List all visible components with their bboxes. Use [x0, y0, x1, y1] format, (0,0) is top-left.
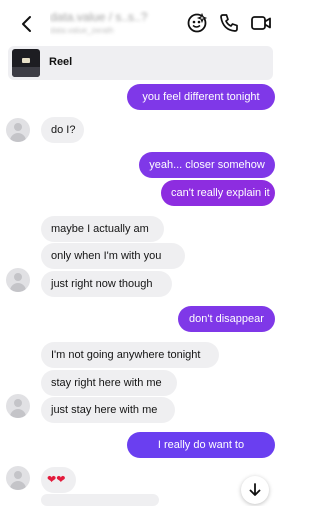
reel-thumb-light [22, 58, 30, 63]
video-call-icon[interactable] [250, 12, 272, 34]
avatar[interactable] [6, 466, 30, 490]
message-incoming[interactable]: do I? [41, 117, 84, 143]
phone-call-icon[interactable] [218, 12, 240, 34]
message-incoming[interactable]: I'm not going anywhere tonight [41, 342, 219, 368]
effects-icon[interactable] [186, 12, 208, 34]
message-incoming[interactable]: just right now though [41, 271, 172, 297]
contact-display-name: data.value / s..s..? [50, 10, 148, 24]
back-arrow-icon[interactable] [16, 13, 38, 35]
message-outgoing[interactable]: I really do want to [127, 432, 275, 458]
message-incoming[interactable]: stay right here with me [41, 370, 177, 396]
arrow-down-icon [249, 483, 261, 496]
reel-preview-bar[interactable] [8, 46, 273, 80]
avatar[interactable] [6, 394, 30, 418]
message-incoming[interactable]: maybe I actually am [41, 216, 164, 242]
chat-header: data.value / s..s..? data.value_zerath [0, 0, 281, 46]
message-outgoing[interactable]: yeah... closer somehow [139, 152, 275, 178]
message-outgoing[interactable]: can't really explain it [161, 180, 275, 206]
heart-icon: ❤❤ [47, 474, 66, 486]
avatar[interactable] [6, 118, 30, 142]
contact-name[interactable]: data.value / s..s..? data.value_zerath [50, 10, 180, 40]
reel-thumb-ground [12, 67, 40, 77]
message-outgoing[interactable]: you feel different tonight [127, 84, 275, 110]
message-outgoing[interactable]: don't disappear [178, 306, 275, 332]
message-incoming-partial [41, 494, 159, 506]
reel-label: Reel [49, 56, 73, 68]
avatar[interactable] [6, 268, 30, 292]
contact-username: data.value_zerath [50, 26, 114, 35]
message-incoming[interactable]: just stay here with me [41, 397, 175, 423]
message-incoming[interactable]: only when I'm with you [41, 243, 185, 269]
reel-thumbnail[interactable] [12, 49, 40, 77]
